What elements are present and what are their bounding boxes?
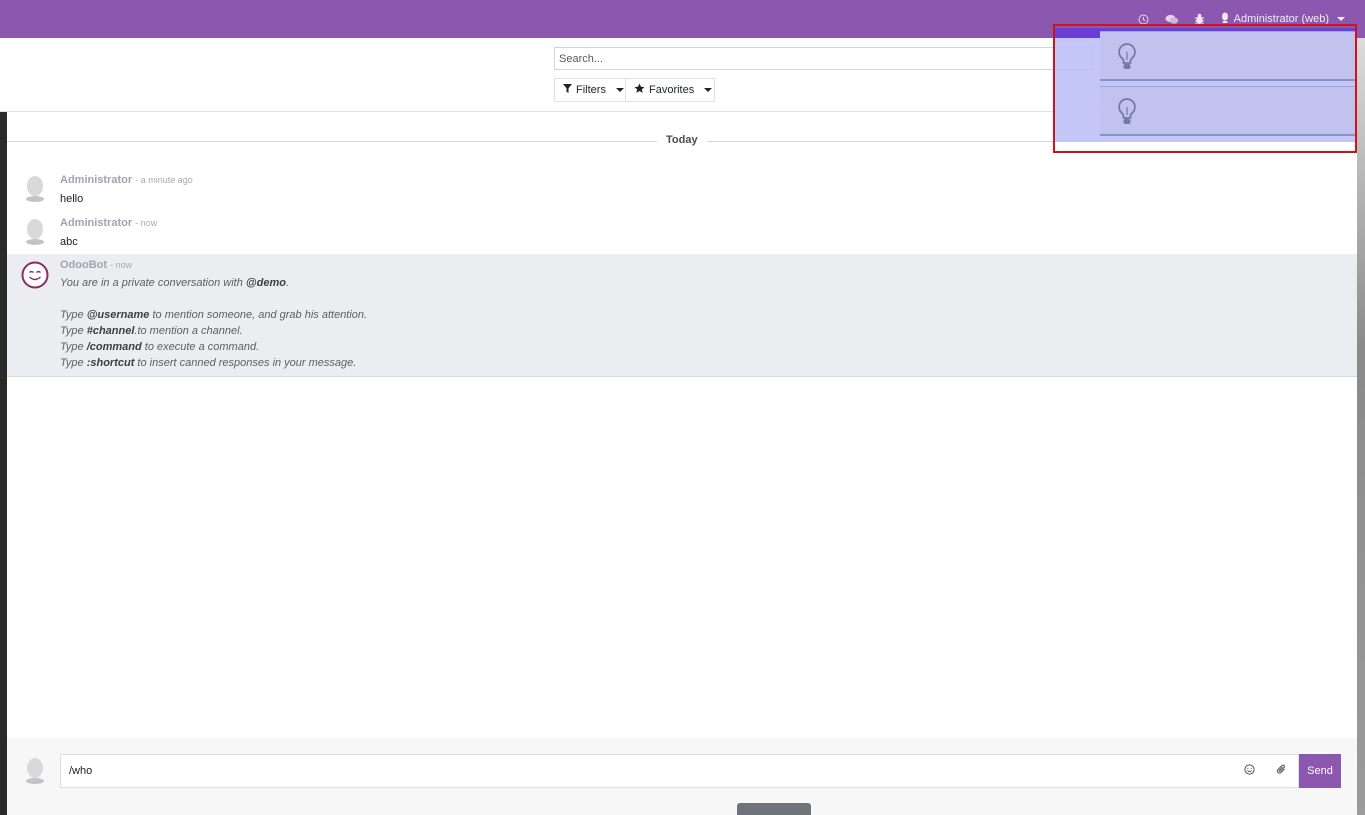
odoobot-avatar[interactable] xyxy=(21,261,49,289)
chevron-down-icon xyxy=(1337,17,1345,21)
help-prefix: Type xyxy=(60,309,87,321)
avatar[interactable] xyxy=(24,219,46,247)
right-edge xyxy=(1357,38,1365,815)
send-button[interactable]: Send xyxy=(1299,754,1341,788)
message-item: Administrator - a minute ago hello xyxy=(7,174,1357,210)
bot-help-line: Type /command to execute a command. xyxy=(60,341,259,353)
bot-intro-suffix: . xyxy=(285,277,290,289)
composer-tools xyxy=(1233,754,1299,788)
bot-help-line: Type #channel.to mention a channel. xyxy=(60,325,243,337)
favorites-label: Favorites xyxy=(649,84,695,96)
message-header: Administrator - a minute ago xyxy=(60,174,193,186)
message-date: - now xyxy=(110,260,133,270)
mention-link[interactable]: @demo xyxy=(246,277,286,289)
star-icon xyxy=(634,83,645,97)
left-edge xyxy=(0,112,7,815)
emoji-icon[interactable] xyxy=(1244,764,1255,778)
filters-button[interactable]: Filters xyxy=(554,78,626,102)
favorites-button[interactable]: Favorites xyxy=(625,78,715,102)
help-keyword: @username xyxy=(86,309,150,321)
bot-help-line: Type :shortcut to insert canned response… xyxy=(60,357,356,369)
avatar[interactable] xyxy=(24,176,46,204)
paperclip-icon[interactable] xyxy=(1276,764,1287,778)
day-separator-label: Today xyxy=(657,134,707,146)
message-date: - now xyxy=(135,218,158,228)
help-suffix: .to mention a channel. xyxy=(134,325,243,337)
message-item: Administrator - now abc xyxy=(7,217,1357,253)
help-prefix: Type xyxy=(60,325,87,337)
composer-input[interactable] xyxy=(60,754,1234,788)
message-date: - a minute ago xyxy=(135,175,193,185)
bottom-tab[interactable] xyxy=(737,803,811,815)
message-author[interactable]: Administrator xyxy=(60,217,132,229)
message-header: OdooBot - now xyxy=(60,259,132,271)
help-keyword: /command xyxy=(86,341,142,353)
help-suffix: to mention someone, and grab his attenti… xyxy=(149,309,368,321)
odoobot-message: OdooBot - now You are in a private conve… xyxy=(7,254,1357,377)
help-prefix: Type xyxy=(60,357,87,369)
chevron-down-icon xyxy=(615,88,624,92)
filter-icon xyxy=(563,84,572,96)
filters-label: Filters xyxy=(576,84,606,96)
avatar xyxy=(24,758,46,786)
bot-help-line: Type @username to mention someone, and g… xyxy=(60,309,367,321)
chat-thread: Today Administrator - a minute ago hello… xyxy=(7,112,1357,738)
bot-intro: You are in a private conversation with @… xyxy=(60,277,289,289)
search-input[interactable] xyxy=(554,47,1094,70)
help-keyword: #channel xyxy=(86,325,135,337)
message-body: hello xyxy=(60,193,84,205)
help-suffix: to execute a command. xyxy=(141,341,260,353)
help-suffix: to insert canned responses in your messa… xyxy=(134,357,357,369)
message-author[interactable]: OdooBot xyxy=(60,259,107,271)
message-header: Administrator - now xyxy=(60,217,157,229)
bot-intro-text: You are in a private conversation with xyxy=(60,277,246,289)
message-composer: Send xyxy=(7,738,1357,815)
help-keyword: :shortcut xyxy=(86,357,135,369)
message-author[interactable]: Administrator xyxy=(60,174,132,186)
help-prefix: Type xyxy=(60,341,87,353)
highlight-box xyxy=(1053,24,1357,153)
chevron-down-icon xyxy=(704,88,713,92)
message-body: abc xyxy=(60,236,78,248)
